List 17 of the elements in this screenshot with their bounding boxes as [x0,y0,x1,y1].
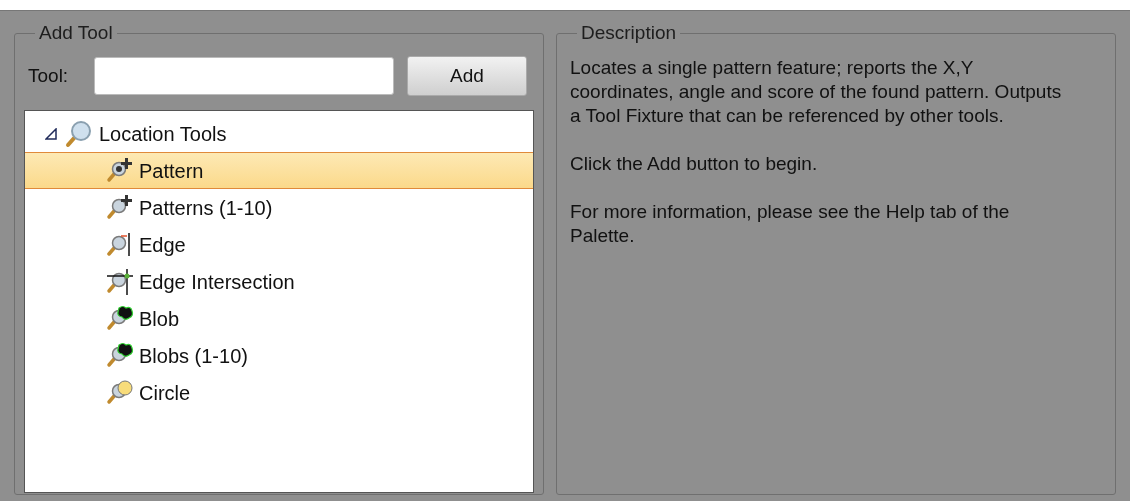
add-button[interactable]: Add [407,56,527,96]
tool-input-field[interactable] [94,57,394,95]
edge-intersection-icon [105,266,135,297]
tree-item[interactable]: Blob [25,300,533,337]
description-text: For more information, please see the Help tab of the Palette. [570,200,1011,248]
tool-label: Tool: [27,63,70,88]
tree-item[interactable]: Circle [25,374,533,411]
magnifier-icon [63,118,93,149]
description-text: Click the Add button to begin. [570,152,819,176]
tree-item[interactable]: Edge Intersection [25,263,533,300]
tree-item[interactable]: Location Tools [25,115,533,152]
tree-item[interactable]: Pattern [25,152,533,189]
expand-icon[interactable] [45,127,57,140]
tree-item[interactable]: Blobs (1-10) [25,337,533,374]
tree-item[interactable]: Edge [25,226,533,263]
tree-item[interactable]: Patterns (1-10) [25,189,533,226]
description-text: Locates a single pattern feature; reports the X,Y coordinates, angle and score of the found pattern. Outputs a Tool Fixture that can be referenced by other tools. [570,56,1063,128]
